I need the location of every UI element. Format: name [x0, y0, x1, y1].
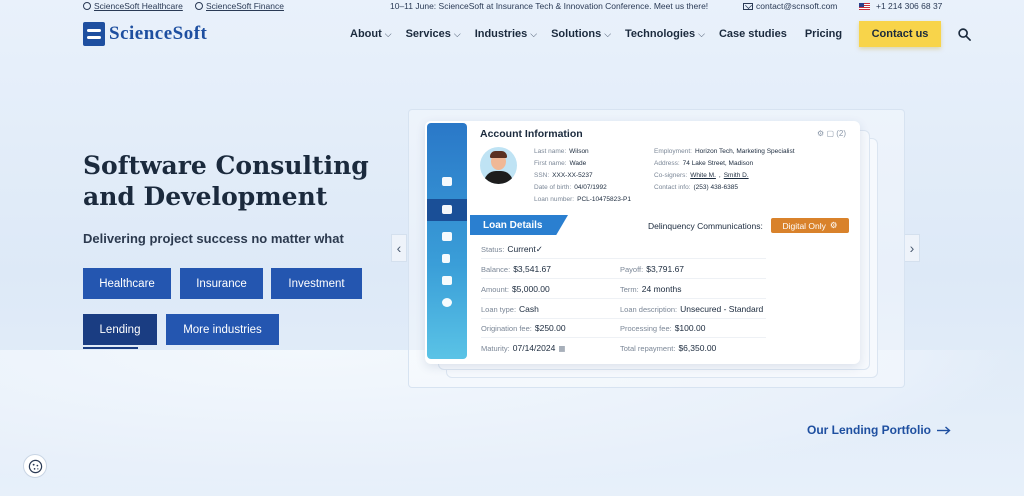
phone-link[interactable]: +1 214 306 68 37: [859, 1, 942, 11]
gear-icon: ⚙: [829, 220, 838, 230]
field-status: Status: Current✓: [481, 244, 543, 254]
delinquency-select[interactable]: Digital Only ⚙: [771, 218, 849, 233]
hero-subtitle: Delivering project success no matter wha…: [83, 231, 344, 246]
chevron-down-icon: ⌵: [453, 28, 461, 39]
shield-icon: [83, 2, 91, 10]
chevron-left-icon: ‹: [396, 240, 402, 256]
field-term: Term: 24 months: [620, 284, 682, 294]
app-sidebar: [427, 123, 467, 359]
mail-icon: [743, 2, 753, 10]
field-balance: Balance: $3,541.67: [481, 264, 552, 274]
field-origination-fee: Origination fee: $250.00: [481, 323, 566, 333]
cookie-icon: [28, 459, 42, 473]
field-contact-info: Contact info: (253) 438-6385: [654, 184, 738, 191]
logo[interactable]: ScienceSoft: [83, 22, 207, 46]
field-loan-description: Loan description: Unsecured - Standard: [620, 304, 764, 314]
us-flag-icon: [859, 2, 870, 10]
users-icon[interactable]: [442, 205, 452, 214]
finance-link[interactable]: ScienceSoft Finance: [195, 1, 284, 11]
field-payoff: Payoff: $3,791.67: [620, 264, 685, 274]
chart-icon[interactable]: [442, 254, 450, 263]
announcement[interactable]: 10–11 June: ScienceSoft at Insurance Tec…: [390, 1, 708, 11]
arrow-right-icon: [936, 425, 951, 435]
carousel-next-button[interactable]: ›: [904, 234, 920, 262]
chevron-right-icon: ›: [909, 240, 915, 256]
lending-portfolio-link[interactable]: Our Lending Portfolio: [807, 423, 951, 437]
industry-button-lending[interactable]: Lending: [83, 314, 157, 345]
delinquency-label: Delinquency Communications:: [648, 221, 763, 231]
main-nav: About ⌵ Services ⌵ Industries ⌵ Solutions ⌵ …: [350, 28, 842, 40]
industry-button-healthcare[interactable]: Healthcare: [83, 268, 171, 299]
nav-services[interactable]: Services ⌵: [406, 28, 461, 40]
industry-button-investment[interactable]: Investment: [271, 268, 362, 299]
loan-details-tab[interactable]: Loan Details: [470, 215, 568, 235]
nav-case-studies[interactable]: Case studies: [719, 28, 787, 40]
calendar-icon[interactable]: ▦: [558, 344, 565, 353]
field-ssn: SSN: XXX-XX-5237: [534, 172, 593, 179]
nav-solutions[interactable]: Solutions ⌵: [551, 28, 611, 40]
field-last-name: Last name: Wilson: [534, 148, 589, 155]
nav-industries[interactable]: Industries ⌵: [475, 28, 537, 40]
industry-button-insurance[interactable]: Insurance: [180, 268, 263, 299]
field-loan-type: Loan type: Cash: [481, 304, 539, 314]
chevron-down-icon: ⌵: [698, 28, 705, 39]
wallet-icon[interactable]: [442, 232, 452, 241]
field-maturity: Maturity: 07/14/2024 ▦: [481, 343, 566, 353]
contact-us-button[interactable]: Contact us: [859, 21, 941, 47]
email-link[interactable]: contact@scnsoft.com: [743, 1, 837, 11]
account-card: Account Information ⚙ ▢ (2) Last name: Wi…: [425, 121, 860, 364]
coin-icon: [195, 2, 203, 10]
card-tools[interactable]: ⚙ ▢ (2): [817, 129, 846, 138]
settings-icon[interactable]: [442, 298, 452, 307]
chevron-down-icon: ⌵: [604, 28, 612, 39]
nav-technologies[interactable]: Technologies ⌵: [625, 28, 705, 40]
nav-pricing[interactable]: Pricing: [805, 28, 842, 40]
home-icon[interactable]: [442, 177, 452, 186]
avatar: [480, 147, 517, 184]
field-dob: Date of birth: 04/07/1992: [534, 184, 607, 191]
nav-about[interactable]: About ⌵: [350, 28, 392, 40]
field-amount: Amount: $5,000.00: [481, 284, 550, 294]
account-title: Account Information: [480, 128, 583, 140]
book-icon[interactable]: [442, 276, 452, 285]
chevron-down-icon: ⌵: [384, 28, 392, 39]
logo-mark-icon: [83, 22, 105, 46]
chevron-down-icon: ⌵: [530, 28, 538, 39]
field-first-name: First name: Wade: [534, 160, 587, 167]
carousel-prev-button[interactable]: ‹: [391, 234, 407, 262]
top-bar: ScienceSoft Healthcare ScienceSoft Finan…: [0, 0, 1024, 14]
field-cosigners: Co-signers: White M., Smith D.: [654, 172, 749, 179]
hero-title: Software Consulting and Development: [83, 151, 369, 211]
field-processing-fee: Processing fee: $100.00: [620, 323, 706, 333]
industry-button-more[interactable]: More industries: [166, 314, 279, 345]
logo-text: ScienceSoft: [109, 23, 208, 44]
field-employment: Employment: Horizon Tech, Marketing Speci…: [654, 148, 795, 155]
search-icon[interactable]: [958, 28, 971, 41]
cookie-settings-button[interactable]: [23, 454, 47, 478]
field-loan-number: Loan number: PCL-10475823-P1: [534, 196, 631, 203]
field-address: Address: 74 Lake Street, Madison: [654, 160, 754, 167]
active-indicator: [83, 347, 138, 349]
healthcare-link[interactable]: ScienceSoft Healthcare: [83, 1, 183, 11]
field-total-repayment: Total repayment: $6,350.00: [620, 343, 717, 353]
